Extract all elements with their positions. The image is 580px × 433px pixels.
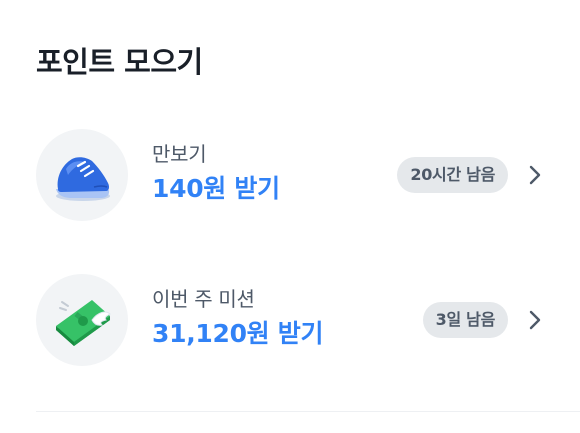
mission-reward: 31,120원 받기	[152, 319, 324, 348]
divider	[36, 411, 580, 412]
mission-thumbnail	[36, 274, 128, 366]
mission-item-pedometer[interactable]: 만보기 140원 받기 20시간 남음	[0, 125, 580, 225]
mission-name: 만보기	[152, 142, 207, 166]
mission-item-weekly[interactable]: 이번 주 미션 31,120원 받기 3일 남음	[0, 270, 580, 370]
mission-thumbnail	[36, 129, 128, 221]
sneaker-icon	[56, 157, 110, 201]
time-remaining-badge: 3일 남음	[422, 302, 508, 338]
mission-name: 이번 주 미션	[152, 287, 255, 311]
chevron-right-icon[interactable]	[522, 162, 548, 188]
chevron-right-icon[interactable]	[522, 307, 548, 333]
section-title: 포인트 모으기	[36, 45, 203, 79]
mission-reward: 140원 받기	[152, 174, 280, 203]
money-wings-icon	[56, 300, 111, 346]
time-remaining-badge: 20시간 남음	[397, 157, 508, 193]
